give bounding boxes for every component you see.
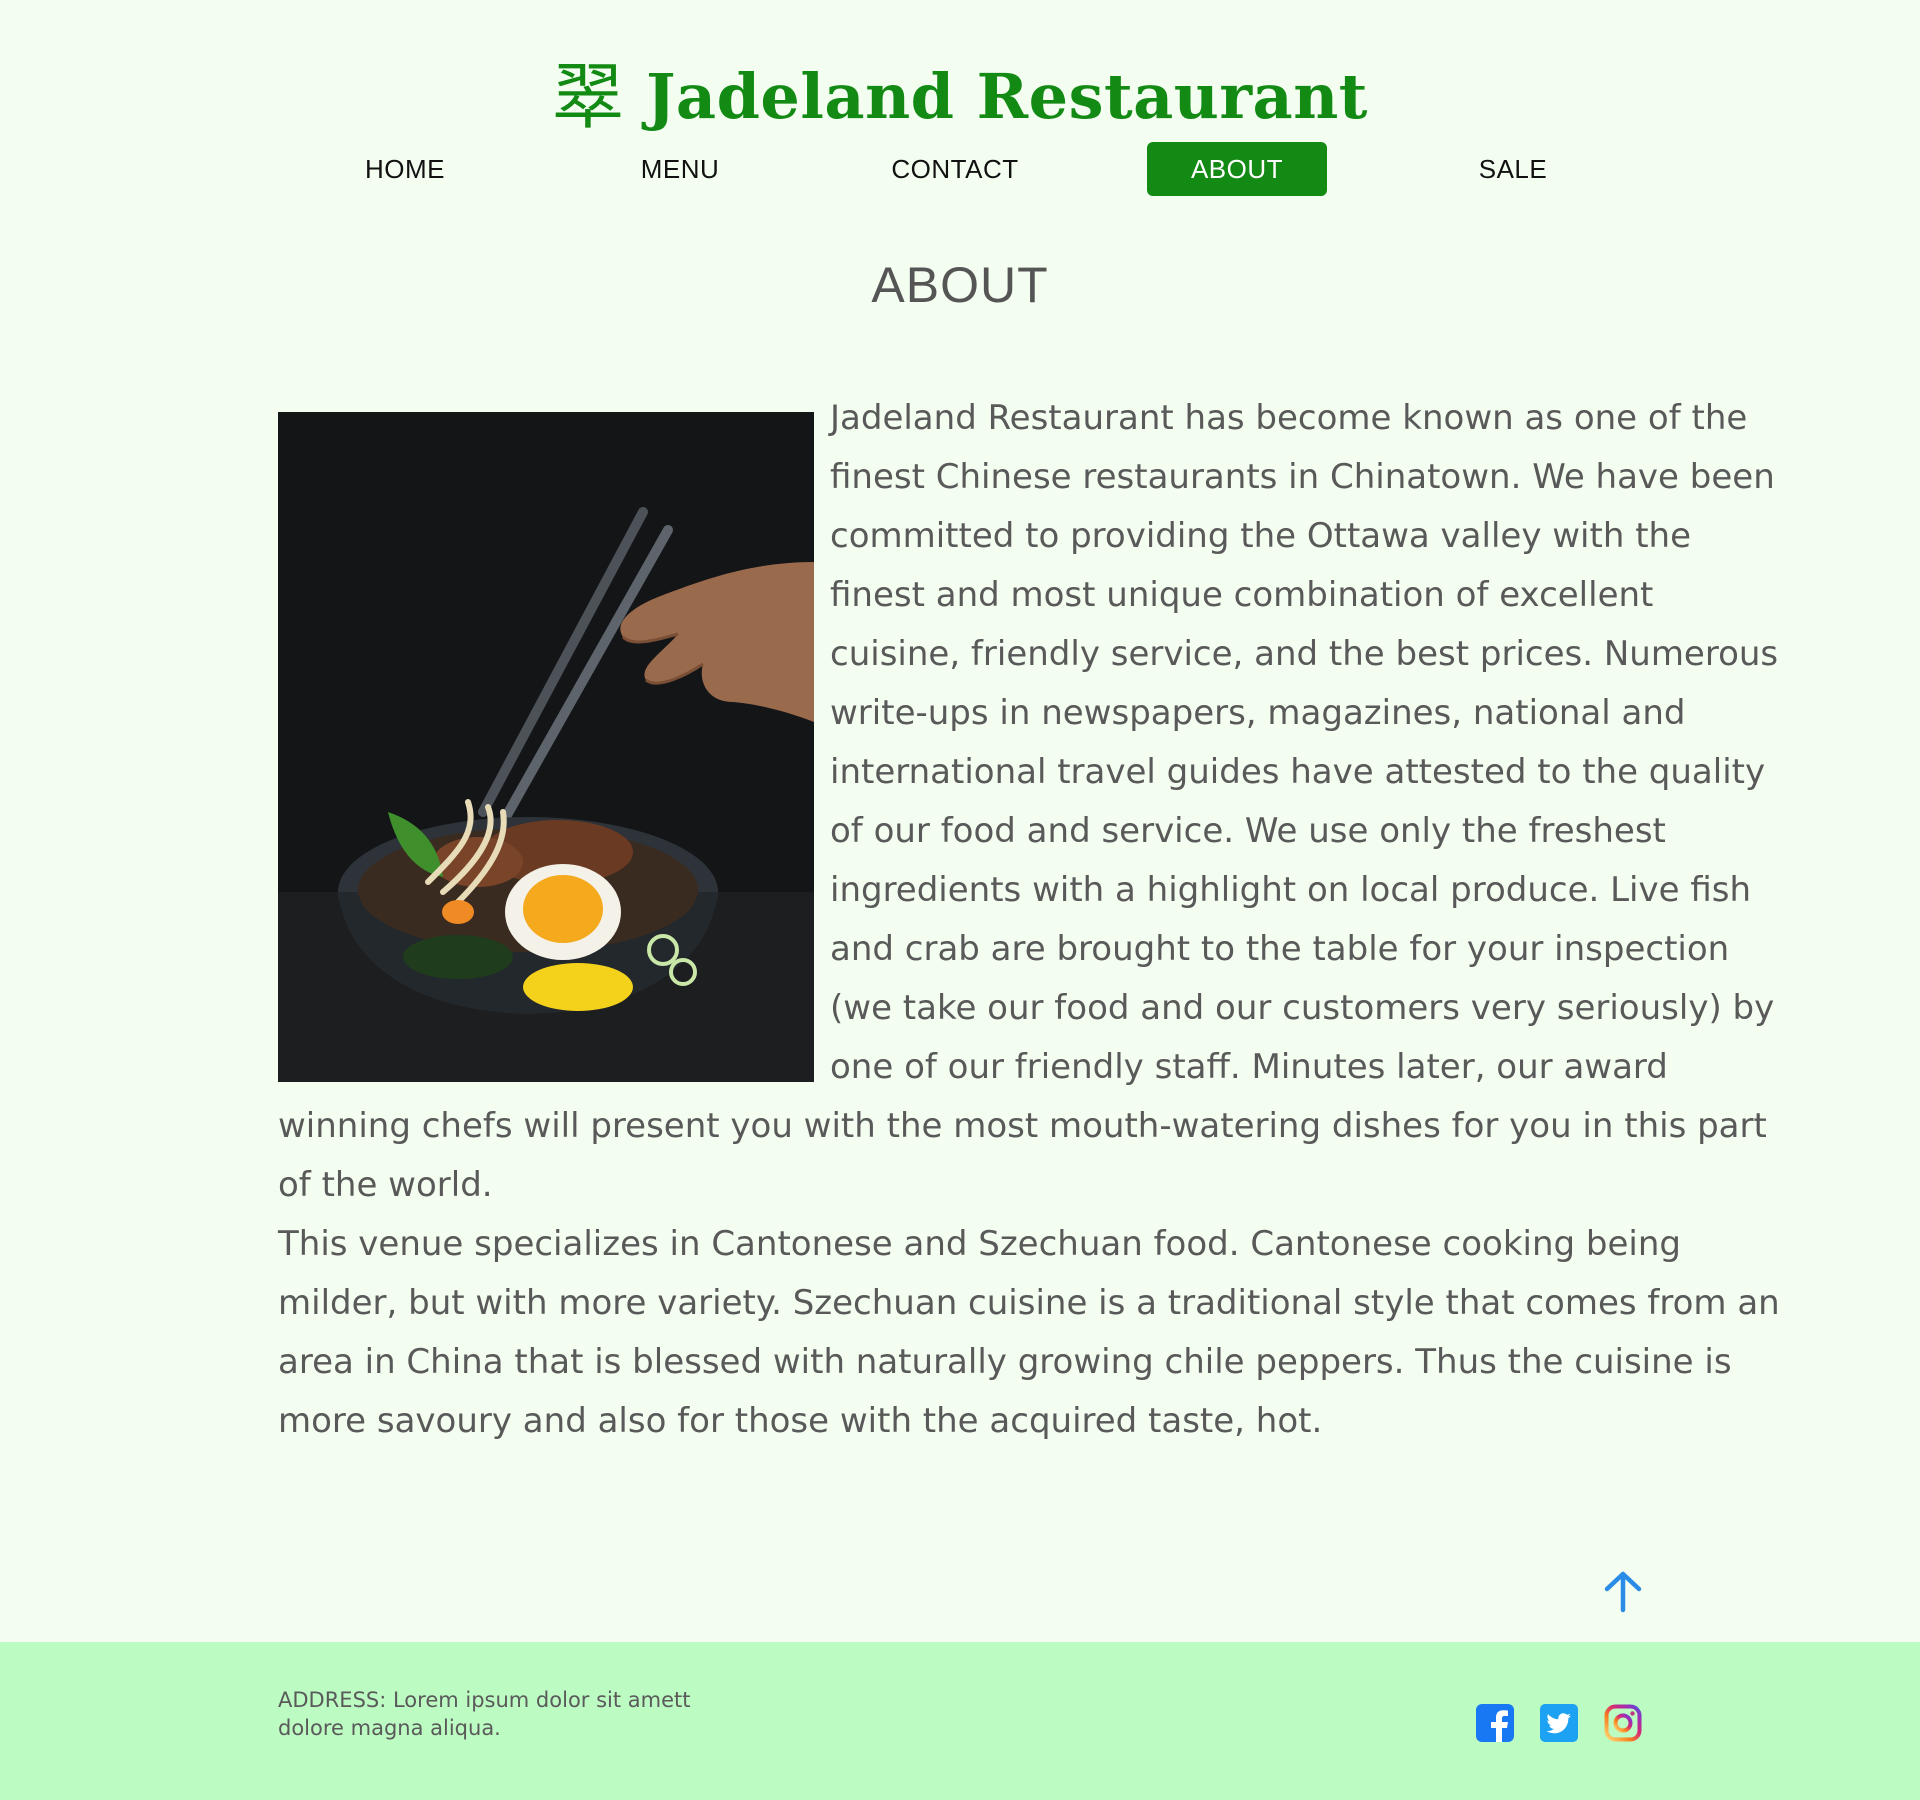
brand[interactable]: 翠 Jadeland Restaurant (0, 48, 1920, 138)
about-paragraph-2: This venue specializes in Cantonese and … (278, 1224, 1780, 1441)
nav-item-about[interactable]: ABOUT (1147, 142, 1327, 196)
main-nav: HOME MENU CONTACT ABOUT SALE (0, 142, 1920, 196)
about-content: Jadeland Restaurant has become known as … (278, 389, 1782, 1451)
site-footer: ADDRESS: Lorem ipsum dolor sit amett dol… (0, 1642, 1920, 1800)
arrow-up-icon[interactable] (1602, 1570, 1644, 1614)
nav-item-sale[interactable]: SALE (1453, 142, 1573, 196)
brand-name: Jadeland Restaurant (646, 60, 1368, 133)
nav-item-menu[interactable]: MENU (620, 142, 740, 196)
nav-item-home[interactable]: HOME (345, 142, 465, 196)
ramen-bowl-photo (278, 412, 814, 1082)
instagram-icon[interactable] (1604, 1704, 1642, 1742)
footer-address: ADDRESS: Lorem ipsum dolor sit amett dol… (278, 1688, 691, 1740)
page-title: ABOUT (871, 257, 1049, 313)
nav-item-contact[interactable]: CONTACT (880, 142, 1030, 196)
logo-glyph: 翠 (552, 55, 625, 139)
twitter-icon[interactable] (1540, 1704, 1578, 1742)
facebook-icon[interactable] (1476, 1704, 1514, 1742)
site-header: 翠 Jadeland Restaurant HOME MENU CONTACT … (0, 0, 1920, 220)
